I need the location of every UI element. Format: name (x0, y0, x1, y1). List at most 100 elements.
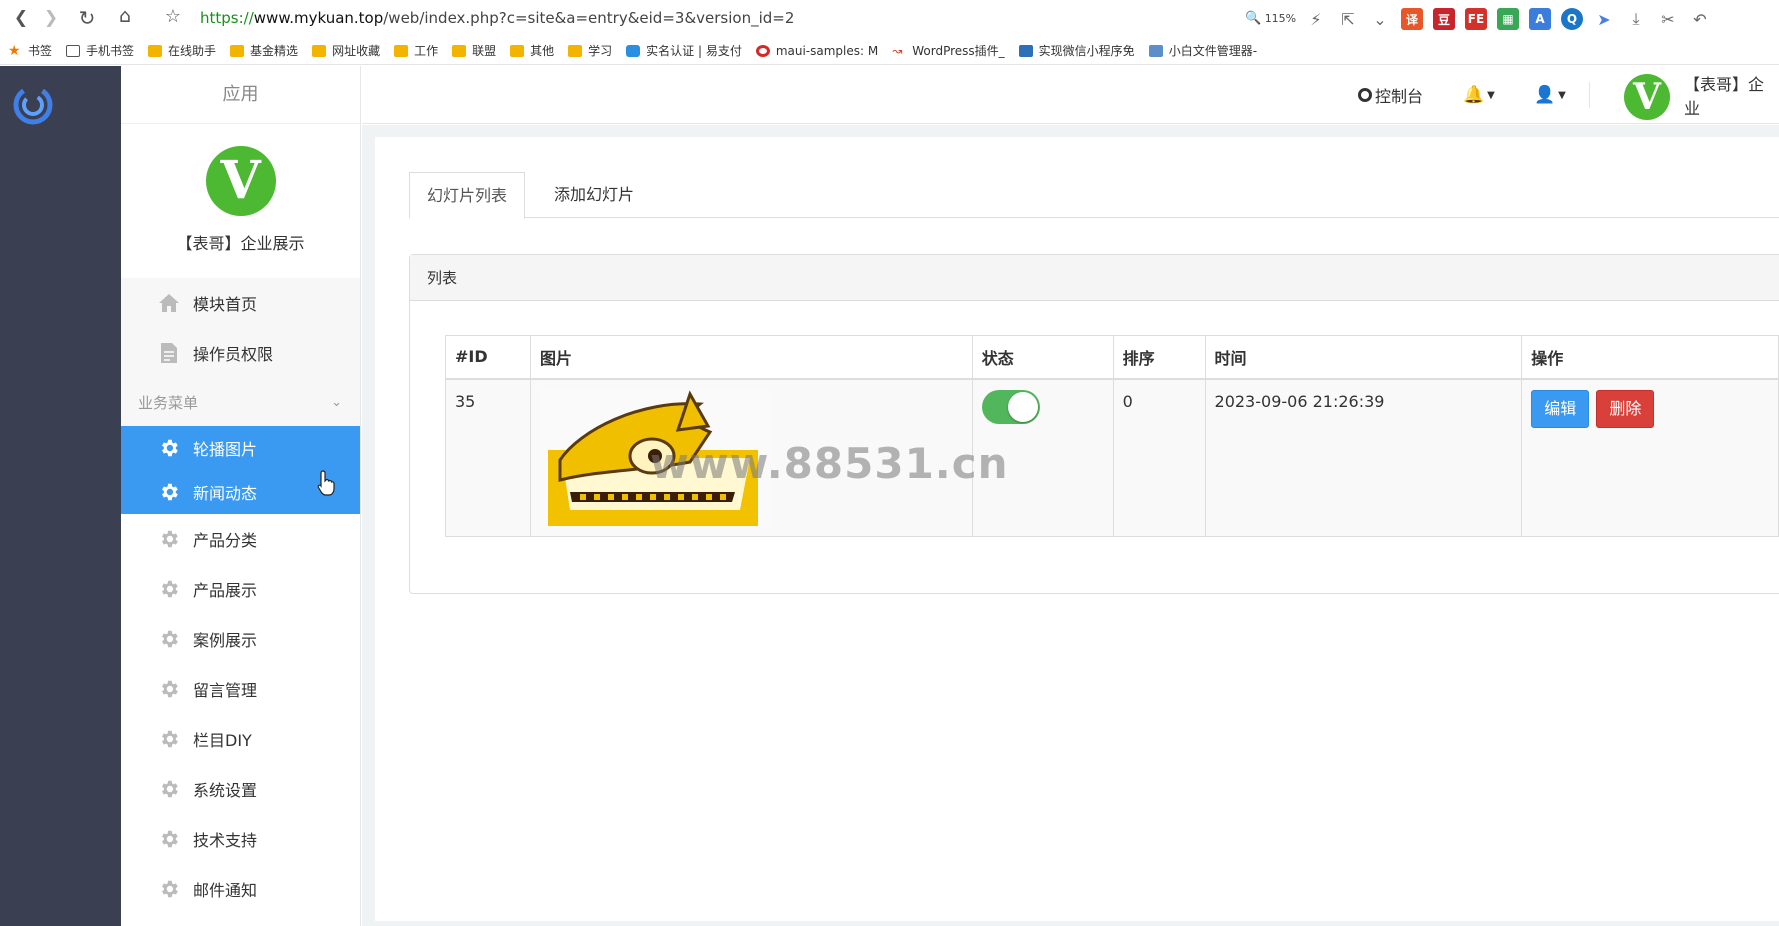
bookmark-item[interactable]: 小白文件管理器- (1148, 42, 1258, 59)
menu-item-business-5[interactable]: 留言管理 (121, 664, 360, 714)
scissors-icon[interactable]: ✂ (1657, 8, 1679, 30)
folder-icon (452, 44, 467, 57)
menu-item-label: 栏目DIY (193, 731, 252, 750)
chevron-down-icon[interactable]: ⌄ (1369, 8, 1391, 30)
user-dropdown[interactable]: 👤 ▼ (1534, 66, 1566, 124)
bookmark-item[interactable]: 在线助手 (148, 42, 216, 59)
menu-item-label: 案例展示 (193, 631, 258, 650)
folder-icon (148, 44, 163, 57)
tab-add-slide[interactable]: 添加幻灯片 (536, 172, 652, 218)
user-avatar[interactable]: V (1624, 74, 1670, 120)
translate-icon[interactable]: 译 (1401, 8, 1423, 30)
mouse-pointer-icon (317, 470, 335, 496)
notifications-dropdown[interactable]: 🔔 ▼ (1463, 66, 1495, 124)
bookmark-label: 手机书签 (86, 44, 135, 58)
column-header-id: #ID (445, 335, 531, 380)
bookmark-item[interactable]: 其他 (510, 42, 554, 59)
bookmark-item[interactable]: 实现微信小程序免 (1018, 42, 1135, 59)
avatar[interactable]: V (205, 146, 276, 216)
column-header-image: 图片 (529, 335, 973, 380)
document-icon (157, 342, 181, 364)
wordpress-icon: ↝ (892, 43, 903, 58)
lightning-icon[interactable]: ⚡ (1305, 8, 1327, 30)
undo-icon[interactable]: ↶ (1689, 8, 1711, 30)
menu-item-label: 轮播图片 (193, 440, 258, 459)
browser-toolbar: ❮ ❯ ↻ ⌂ ☆ https://www.mykuan.top/web/ind… (0, 0, 1779, 37)
star-icon: ★ (8, 42, 21, 59)
zoom-indicator[interactable]: 🔍 115% (1245, 11, 1296, 26)
bookmark-label: 联盟 (472, 44, 497, 58)
column-header-order: 排序 (1112, 335, 1206, 380)
edit-button[interactable]: 编辑 (1531, 389, 1590, 428)
fe-icon[interactable]: FE (1465, 8, 1487, 30)
tab-bar: 幻灯片列表 添加幻灯片 (409, 172, 1779, 219)
status-toggle[interactable] (981, 389, 1040, 424)
language-icon[interactable]: A (1529, 8, 1551, 30)
top-navbar: 控制台 🔔 ▼ 👤 ▼ V 【表哥】企业 (362, 66, 1779, 124)
table-row: 35 0 2023-09-06 21:26:39 编辑 删除 (445, 378, 1779, 537)
bookmark-label: 基金精选 (250, 44, 299, 58)
download-icon[interactable]: ⤓ (1625, 8, 1647, 30)
gear-icon (157, 778, 181, 800)
bookmark-item[interactable]: 网址收藏 (312, 42, 380, 59)
bookmark-item[interactable]: 手机书签 (66, 42, 134, 59)
share-icon[interactable]: ⇱ (1337, 8, 1359, 30)
account-name[interactable]: 【表哥】企业 (1684, 66, 1779, 124)
extension-icons: ⚡ ⇱ ⌄ 译 豆 FE ▦ A Q ➤ ⤓ ✂ ↶ (1305, 7, 1711, 31)
sheet-icon[interactable]: ▦ (1497, 8, 1519, 30)
bookmark-item[interactable]: ↝ WordPress插件_ (892, 42, 1004, 59)
column-header-time: 时间 (1204, 335, 1523, 380)
menu-item-business-7[interactable]: 系统设置 (121, 764, 360, 814)
menu-item-module-home[interactable]: 模块首页 (121, 278, 360, 328)
extension-red-icon[interactable]: 豆 (1433, 8, 1455, 30)
bookmark-label: maui-samples: M (775, 43, 879, 58)
bookmark-item[interactable]: maui-samples: M (755, 43, 879, 58)
reload-icon[interactable]: ↻ (72, 6, 102, 30)
menu-item-business-4[interactable]: 案例展示 (121, 614, 360, 664)
list-panel-title: 列表 (410, 255, 1779, 301)
menu-item-business-6[interactable]: 栏目DIY (121, 714, 360, 764)
gear-icon (157, 678, 181, 700)
gear-icon (157, 481, 181, 503)
app-logo-icon[interactable] (10, 82, 56, 128)
bookmark-item[interactable]: 工作 (394, 42, 438, 59)
menu-item-label: 产品分类 (193, 531, 258, 550)
gear-icon (157, 528, 181, 550)
bookmark-label: 小白文件管理器- (1168, 44, 1258, 58)
menu-item-business-9[interactable]: 邮件通知 (121, 864, 360, 914)
bookmark-item[interactable]: 实名认证 | 易支付 (626, 42, 742, 59)
menu-item-operator-permissions[interactable]: 操作员权限 (121, 328, 360, 378)
bookmarks-bar: ★ 书签 手机书签 在线助手 基金精选 网址收藏 工作 联盟 其他 学习 实名认证… (0, 37, 1779, 65)
back-icon[interactable]: ❮ (6, 8, 36, 28)
folder-icon (394, 44, 409, 57)
bookmark-item[interactable]: 基金精选 (230, 42, 298, 59)
menu-item-business-2[interactable]: 产品分类 (121, 514, 360, 564)
menu-item-business-3[interactable]: 产品展示 (121, 564, 360, 614)
toggle-knob (1007, 391, 1038, 422)
folder-icon (312, 44, 327, 57)
business-menu-header[interactable]: 业务菜单 ⌄ (121, 378, 360, 426)
cell-actions: 编辑 删除 (1521, 378, 1779, 537)
console-link[interactable]: 控制台 (1358, 66, 1423, 124)
delete-button[interactable]: 删除 (1596, 389, 1655, 428)
menu-item-business-0[interactable]: 轮播图片 (121, 426, 360, 470)
bird-icon[interactable]: ➤ (1593, 8, 1615, 30)
cell-time: 2023-09-06 21:26:39 (1204, 378, 1523, 537)
bookmark-item[interactable]: 学习 (568, 42, 612, 59)
caret-down-icon: ▼ (1487, 89, 1495, 101)
zoom-level: 115% (1264, 12, 1297, 25)
bookmark-item[interactable]: ★ 书签 (8, 42, 52, 59)
profile-name: 【表哥】企业展示 (176, 234, 305, 253)
bookmark-star-icon[interactable]: ☆ (158, 6, 188, 27)
tab-slide-list[interactable]: 幻灯片列表 (409, 172, 525, 219)
address-bar[interactable]: https://www.mykuan.top/web/index.php?c=s… (200, 9, 794, 27)
home-icon[interactable]: ⌂ (110, 5, 140, 27)
bookmark-item[interactable]: 联盟 (452, 42, 496, 59)
forward-icon[interactable]: ❯ (36, 8, 66, 28)
bookmark-label: 工作 (414, 44, 439, 58)
menu-item-label: 邮件通知 (193, 881, 258, 900)
user-icon: 👤 (1534, 85, 1556, 105)
search-ext-icon[interactable]: Q (1561, 8, 1583, 30)
menu-item-business-8[interactable]: 技术支持 (121, 814, 360, 864)
gear-icon (157, 578, 181, 600)
